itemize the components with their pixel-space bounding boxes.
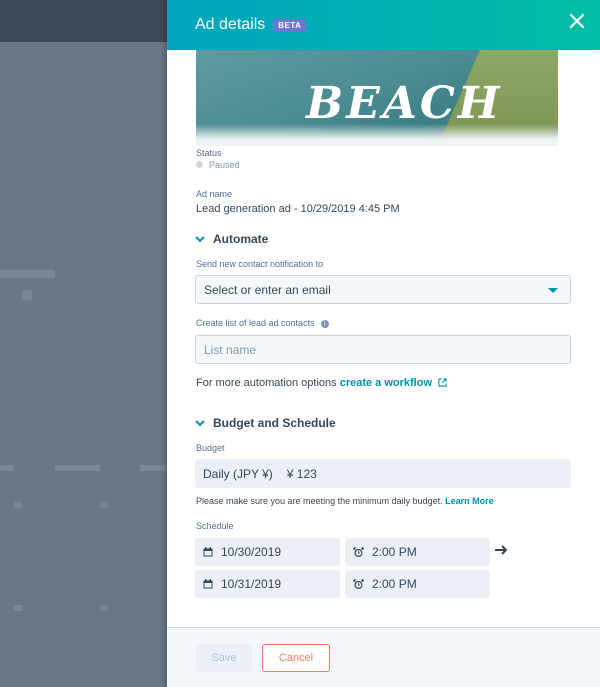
ad-name-label: Ad name bbox=[196, 189, 233, 199]
notify-label: Send new contact notification to bbox=[196, 259, 324, 269]
alarm-clock-icon bbox=[353, 546, 364, 557]
automation-text: For more automation options bbox=[196, 377, 337, 389]
create-workflow-link[interactable]: create a workflow bbox=[340, 377, 432, 389]
background-placeholder bbox=[22, 290, 32, 300]
cancel-button[interactable]: Cancel bbox=[262, 644, 330, 672]
budget-section-toggle[interactable]: Budget and Schedule bbox=[195, 416, 336, 430]
panel-header: Ad details BETA bbox=[167, 0, 600, 50]
budget-notice: Please make sure you are meeting the min… bbox=[196, 496, 494, 506]
status-label: Status bbox=[196, 148, 222, 158]
budget-heading: Budget and Schedule bbox=[213, 416, 336, 430]
notification-email-placeholder: Select or enter an email bbox=[204, 282, 331, 297]
panel-footer: Save Cancel bbox=[167, 627, 600, 687]
ad-image-text: BEACH bbox=[306, 78, 503, 129]
background-placeholder bbox=[14, 605, 22, 611]
panel-body: BEACH Status Paused Ad name Lead generat… bbox=[167, 50, 600, 628]
start-time-input[interactable]: 2:00 PM bbox=[345, 538, 490, 566]
list-name-input[interactable]: List name bbox=[195, 335, 571, 364]
start-time-value: 2:00 PM bbox=[372, 545, 417, 559]
status-dot bbox=[196, 161, 203, 168]
close-icon[interactable] bbox=[566, 12, 588, 34]
ad-preview-image: BEACH bbox=[196, 50, 558, 146]
background-placeholder bbox=[55, 465, 100, 471]
dropdown-caret-icon bbox=[548, 288, 558, 293]
background-placeholder bbox=[140, 465, 167, 471]
chevron-down-icon bbox=[195, 236, 205, 243]
budget-input[interactable]: Daily (JPY ¥) ¥ 123 bbox=[195, 459, 571, 488]
end-time-input[interactable]: 2:00 PM bbox=[345, 570, 490, 598]
budget-amount: ¥ 123 bbox=[286, 466, 317, 481]
budget-type: Daily (JPY ¥) bbox=[203, 466, 273, 481]
panel-title: Ad details bbox=[195, 16, 266, 33]
start-date-input[interactable]: 10/30/2019 bbox=[195, 538, 340, 566]
automate-heading: Automate bbox=[213, 232, 269, 246]
calendar-icon bbox=[203, 579, 213, 589]
external-link-icon[interactable] bbox=[438, 378, 447, 387]
alarm-clock-icon bbox=[353, 578, 364, 589]
list-name-placeholder: List name bbox=[204, 342, 257, 357]
learn-more-link[interactable]: Learn More bbox=[445, 496, 494, 506]
end-date-value: 10/31/2019 bbox=[221, 577, 282, 591]
ad-name-value: Lead generation ad - 10/29/2019 4:45 PM bbox=[196, 203, 400, 215]
start-date-value: 10/30/2019 bbox=[221, 545, 282, 559]
end-date-input[interactable]: 10/31/2019 bbox=[195, 570, 340, 598]
background-placeholder bbox=[100, 502, 108, 508]
automation-options-text: For more automation options create a wor… bbox=[196, 377, 447, 389]
background-placeholder bbox=[0, 465, 14, 471]
beta-badge: BETA bbox=[273, 18, 307, 32]
info-icon[interactable]: i bbox=[320, 319, 329, 328]
list-label: Create list of lead ad contacts i bbox=[196, 318, 329, 328]
list-label-text: Create list of lead ad contacts bbox=[196, 318, 315, 328]
budget-notice-text: Please make sure you are meeting the min… bbox=[196, 496, 443, 506]
schedule-label: Schedule bbox=[196, 521, 234, 531]
end-time-value: 2:00 PM bbox=[372, 577, 417, 591]
calendar-icon bbox=[203, 547, 213, 557]
status-value: Paused bbox=[209, 160, 240, 170]
background-top-bar bbox=[0, 0, 167, 42]
background-placeholder bbox=[100, 605, 108, 611]
notification-email-select[interactable]: Select or enter an email bbox=[195, 275, 571, 304]
ad-details-panel: Ad details BETA BEACH Status Paused Ad n… bbox=[167, 0, 600, 687]
background-placeholder bbox=[14, 502, 22, 508]
chevron-down-icon bbox=[195, 420, 205, 427]
save-button[interactable]: Save bbox=[196, 644, 252, 672]
background-app-overlay bbox=[0, 0, 167, 687]
automate-section-toggle[interactable]: Automate bbox=[195, 232, 268, 246]
budget-label: Budget bbox=[196, 443, 225, 453]
arrow-right-icon bbox=[494, 543, 508, 561]
background-placeholder bbox=[0, 270, 55, 278]
